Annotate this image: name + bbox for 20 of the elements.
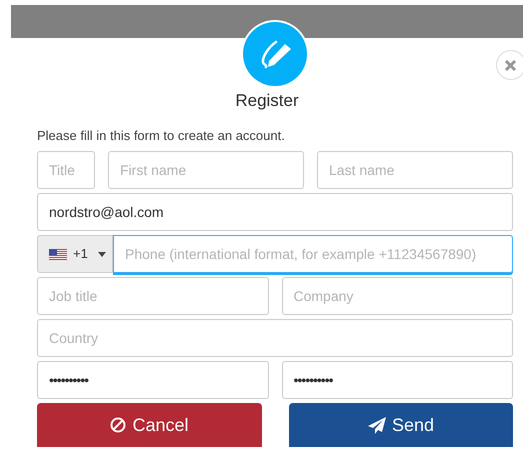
- input-field[interactable]: Country: [37, 319, 513, 357]
- cancel-button[interactable]: Cancel: [37, 403, 262, 447]
- country-code-selector[interactable]: +1: [37, 235, 113, 273]
- input-field[interactable]: Job title: [37, 277, 268, 315]
- flag-icon: [49, 248, 67, 260]
- cancel-icon: [110, 417, 126, 433]
- password-field[interactable]: ••••••••••: [37, 361, 268, 399]
- input-field[interactable]: nordstro@aol.com: [37, 193, 513, 231]
- input-field[interactable]: Last name: [317, 151, 513, 189]
- phone-field[interactable]: Phone (international format, for example +11234567890): [113, 235, 513, 273]
- dialog-title: Register: [235, 91, 299, 110]
- paper-plane-icon: [368, 416, 386, 434]
- input-field[interactable]: First name: [108, 151, 304, 189]
- input-field[interactable]: Company: [282, 277, 513, 315]
- caret-icon: [98, 252, 106, 256]
- intro-text: Please fill in this form to create an account.: [37, 126, 286, 144]
- send-button[interactable]: Send: [289, 403, 513, 447]
- close-icon: [504, 58, 517, 72]
- input-field[interactable]: Title: [37, 151, 95, 189]
- password-field[interactable]: ••••••••••: [282, 361, 513, 399]
